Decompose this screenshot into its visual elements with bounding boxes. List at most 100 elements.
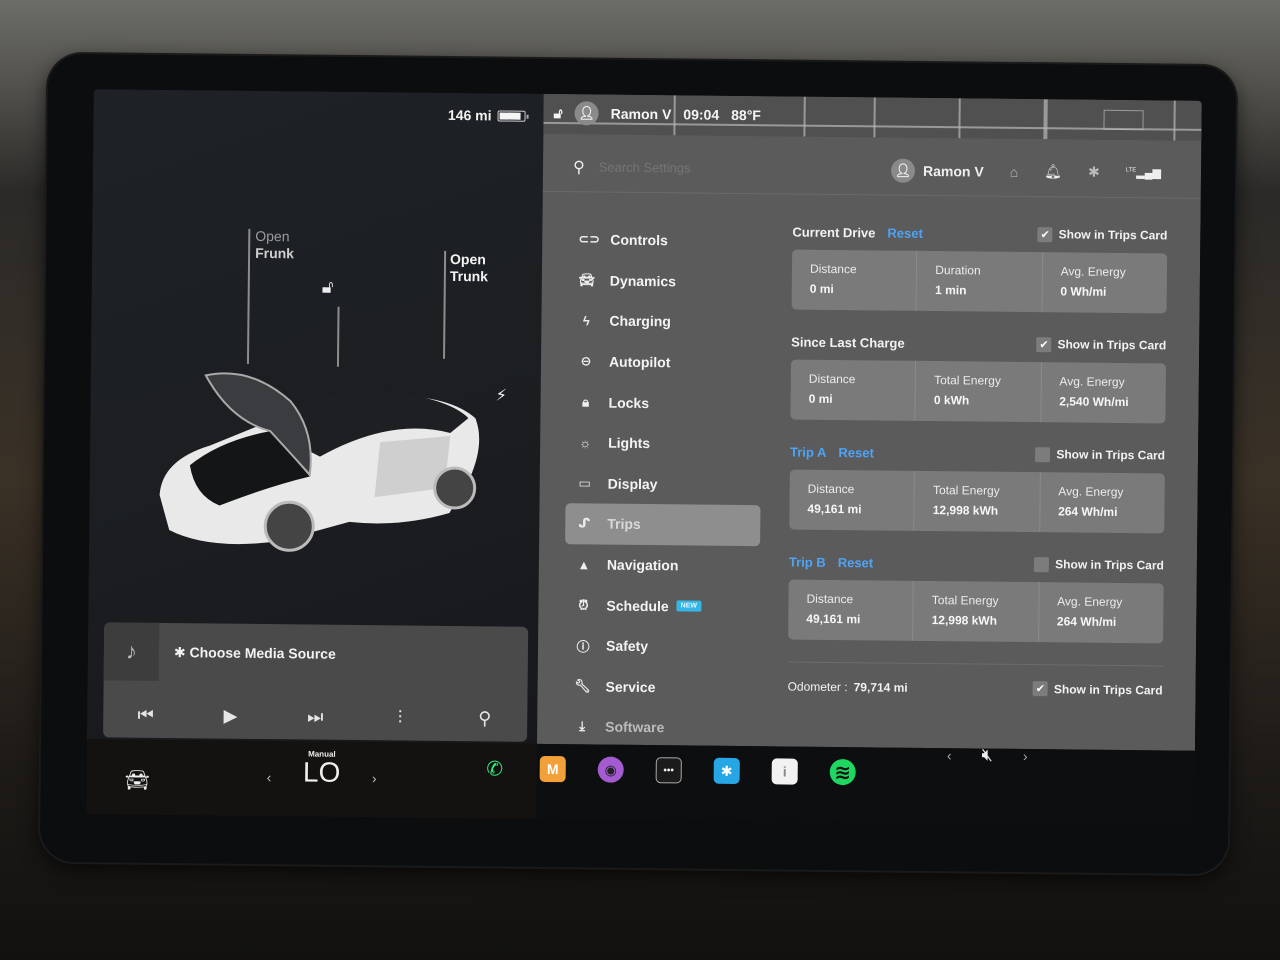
sidebar-item-schedule[interactable]: ⏰︎ Schedule NEW [564,585,759,628]
show-in-trips-card-checkbox[interactable]: Show in Trips Card [1035,446,1166,463]
settings-panel: 🔓︎ 👤︎ Ramon V 09:04 88°F ⚲ 👤︎ Ramon V ⌂ … [536,93,1202,751]
more-app-icon[interactable]: ••• [655,757,682,784]
garage-icon[interactable]: ⌂ [1010,163,1019,179]
trip-b-section: Trip B Reset Show in Trips Card Distance… [788,552,1164,644]
sidebar-item-navigation[interactable]: ▲ Navigation [565,544,760,587]
bluetooth-app-icon[interactable]: ✱ [713,757,740,785]
bell-icon[interactable]: 🔔︎ [1044,163,1062,180]
toybox-app-icon[interactable]: M [539,755,566,783]
play-icon[interactable]: ▶︎ [210,705,250,726]
media-search-icon[interactable]: ⚲ [465,708,505,729]
show-in-trips-card-checkbox[interactable]: ✔ Show in Trips Card [1037,226,1168,243]
profile-button[interactable]: 👤︎ Ramon V [890,158,984,183]
sidebar-item-label: Autopilot [608,353,671,371]
car-controls-icon[interactable]: 🚘︎ [124,768,150,793]
stat-cell: Distance 49,161 mi [788,579,915,641]
sidebar-item-trips[interactable]: ᔑ Trips [565,503,761,546]
show-in-trips-card-checkbox[interactable]: ✔ Show in Trips Card [1036,336,1166,353]
trip-b-card: Distance 49,161 mi Total Energy 12,998 kWh… [788,579,1164,644]
temp-down-chevron-icon[interactable]: ‹ [267,769,272,785]
bluetooth-icon[interactable]: ✱ [1088,164,1100,181]
stat-value: 264 Wh/mi [1058,504,1118,519]
lte-signal-icon: LTE▂▄▆ [1125,167,1162,180]
stat-label: Avg. Energy [1058,484,1124,500]
app-launcher: ✆ M ◉ ••• ✱ i ≋ [482,755,856,786]
sidebar-item-service[interactable]: 🔧︎ Service [563,666,758,709]
volume-control: ‹ 🔇︎ › [947,744,1028,766]
camera-app-icon[interactable]: ◉ [597,756,624,783]
equalizer-icon[interactable]: ⫶ [380,707,420,728]
checkbox-label: Show in Trips Card [1056,447,1166,463]
stat-value: 49,161 mi [806,611,861,627]
stat-cell: Avg. Energy 0 Wh/mi [1042,252,1167,313]
sidebar-item-locks[interactable]: 🔒︎ Locks [566,382,761,425]
spotify-app-icon[interactable]: ≋ [829,758,856,786]
stat-cell: Distance 0 mi [791,249,918,311]
volume-muted-icon[interactable]: 🔇︎ [981,745,993,766]
frunk-callout-line [246,228,251,364]
sidebar-item-safety[interactable]: ⓘ Safety [564,625,759,668]
bottom-bar: 🚘︎ ‹ Manual LO › ✆ M ◉ ••• ✱ i ≋ ‹ 🔇︎ › [86,739,1195,826]
stat-label: Avg. Energy [1059,374,1125,390]
trips-content: Current Drive Reset ✔ Show in Trips Card … [788,222,1168,698]
show-in-trips-card-checkbox[interactable]: Show in Trips Card [1034,556,1164,573]
media-controls: ⏮︎ ▶︎ ⏭︎ ⫶ ⚲ [103,704,527,729]
trips-icon: ᔑ [578,515,591,531]
stat-label: Distance [806,591,854,607]
stat-value: 0 kWh [933,393,970,408]
open-frunk-button[interactable]: Open Frunk [255,228,294,262]
stat-label: Avg. Energy [1060,264,1126,280]
sidebar-item-label: Display [607,475,658,493]
phone-app-icon[interactable]: ✆ [482,755,508,781]
sidebar-item-controls[interactable]: ⊂⊃ Controls [568,219,763,262]
trip-a-section: Trip A Reset Show in Trips Card Distance… [789,442,1165,534]
stat-cell: Avg. Energy 264 Wh/mi [1040,472,1165,533]
open-trunk-button[interactable]: Open Trunk [450,251,488,285]
choose-media-source[interactable]: ✱ Choose Media Source [174,644,336,663]
sidebar-item-software[interactable]: ⤓ Software [563,706,758,749]
reset-current-drive-button[interactable]: Reset [887,225,923,240]
checkbox-label: Show in Trips Card [1053,681,1163,697]
stat-label: Total Energy [934,373,1001,388]
show-in-trips-card-checkbox[interactable]: ✔ Show in Trips Card [1032,681,1163,697]
status-time: 09:04 [683,106,720,123]
stat-label: Avg. Energy [1057,594,1123,610]
sidebar-item-label: Lights [608,434,651,452]
checkbox-checked-icon: ✔ [1036,336,1052,352]
volume-up-chevron-icon[interactable]: › [1023,747,1028,763]
next-track-icon[interactable]: ⏭︎ [295,706,335,727]
status-user-name[interactable]: Ramon V [611,106,672,123]
toggle-icon: ⊂⊃ [578,231,601,247]
profile-avatar-icon[interactable]: 👤︎ [574,101,599,126]
unlocked-icon[interactable]: 🔓︎ [322,277,334,298]
volume-down-chevron-icon[interactable]: ‹ [947,747,952,763]
sidebar-item-autopilot[interactable]: ⊖ Autopilot [567,341,762,384]
stat-value: 12,998 kWh [931,613,998,628]
sun-icon: ☼ [579,435,592,451]
sidebar-item-charging[interactable]: ϟ Charging [567,300,762,343]
sidebar-item-display[interactable]: ▭ Display [566,463,761,506]
reset-trip-b-button[interactable]: Reset [838,555,874,570]
sidebar-item-dynamics[interactable]: 🚘︎ Dynamics [568,260,763,303]
reset-trip-a-button[interactable]: Reset [838,445,874,460]
search-settings-input[interactable] [598,159,849,178]
frunk-label: Frunk [255,244,295,262]
door-lock-icon[interactable]: 🔓︎ [554,105,563,122]
bottom-bar-left: 🚘︎ ‹ Manual LO › [86,739,537,819]
display-icon: ▭ [578,475,591,491]
lock-icon: 🔒︎ [582,394,590,410]
charge-port-bolt-icon[interactable]: ⚡︎ [496,385,507,405]
odometer-row: Odometer : 79,714 mi ✔ Show in Trips Card [788,679,1163,698]
climate-temperature[interactable]: LO [267,756,377,789]
checkbox-unchecked-icon [1034,556,1050,572]
stat-value: 0 mi [809,281,834,296]
temp-up-chevron-icon[interactable]: › [372,770,377,786]
download-icon: ⤓ [579,718,586,734]
stat-cell: Duration 1 min [916,250,1043,313]
release-notes-app-icon[interactable]: i [771,758,798,785]
current-drive-card: Distance 0 mi Duration 1 min Avg. Energy 0 … [791,249,1168,314]
previous-track-icon[interactable]: ⏮︎ [126,705,166,726]
stat-cell: Total Energy 12,998 kWh [913,580,1040,643]
sidebar-item-lights[interactable]: ☼ Lights [566,422,761,465]
stat-cell: Distance 0 mi [790,359,917,421]
